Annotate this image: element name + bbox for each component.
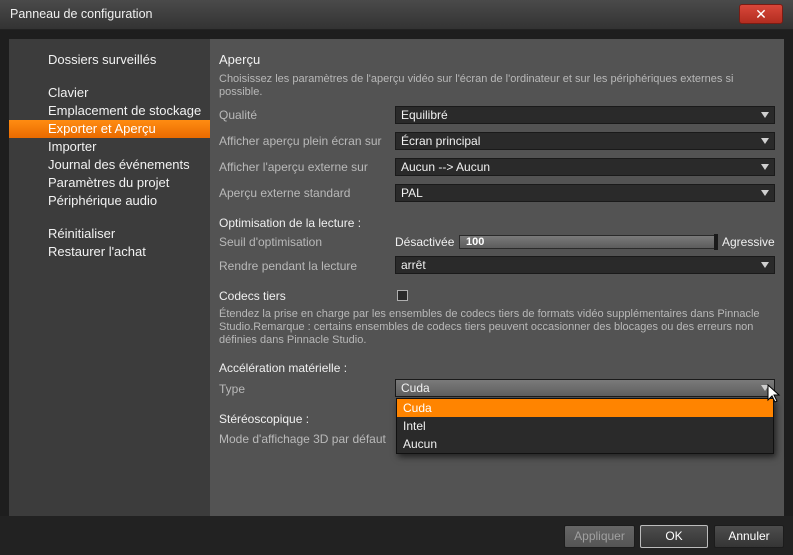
codecs-section-title: Codecs tiers	[219, 289, 286, 303]
fullscreen-select[interactable]: Écran principal	[395, 132, 775, 150]
chevron-down-icon	[761, 190, 769, 196]
chevron-down-icon	[761, 164, 769, 170]
ok-button[interactable]: OK	[640, 525, 708, 548]
hardware-type-select[interactable]: Cuda	[395, 379, 775, 397]
quality-select[interactable]: Equilibré	[395, 106, 775, 124]
external-standard-select[interactable]: PAL	[395, 184, 775, 202]
slider-value: 100	[466, 236, 485, 248]
sidebar-item-clavier[interactable]: Clavier	[9, 84, 210, 102]
slider-handle[interactable]	[714, 234, 718, 250]
sidebar-item-restaurer-achat[interactable]: Restaurer l'achat	[9, 243, 210, 261]
apply-button[interactable]: Appliquer	[564, 525, 635, 548]
sidebar-item-reinitialiser[interactable]: Réinitialiser	[9, 225, 210, 243]
sidebar-item-emplacement-stockage[interactable]: Emplacement de stockage	[9, 102, 210, 120]
render-label: Rendre pendant la lecture	[219, 259, 358, 273]
hardware-section-title: Accélération matérielle :	[219, 361, 348, 375]
hardware-type-dropdown: Cuda Intel Aucun	[396, 398, 774, 454]
sidebar-item-importer[interactable]: Importer	[9, 138, 210, 156]
render-select[interactable]: arrêt	[395, 256, 775, 274]
threshold-label: Seuil d'optimisation	[219, 235, 323, 249]
cancel-button[interactable]: Annuler	[714, 525, 784, 548]
render-value: arrêt	[401, 258, 426, 272]
external-preview-select[interactable]: Aucun --> Aucun	[395, 158, 775, 176]
optimization-slider[interactable]: 100	[459, 234, 718, 250]
hardware-type-value: Cuda	[401, 381, 430, 395]
sidebar-item-dossiers-surveilles[interactable]: Dossiers surveillés	[9, 51, 210, 69]
sidebar-item-parametres-projet[interactable]: Paramètres du projet	[9, 174, 210, 192]
mouse-cursor-icon	[767, 384, 781, 403]
chevron-down-icon	[761, 112, 769, 118]
dropdown-option-aucun[interactable]: Aucun	[397, 435, 773, 453]
stereo-mode-label: Mode d'affichage 3D par défaut	[219, 432, 386, 446]
quality-label: Qualité	[219, 108, 258, 122]
preview-description: Choisissez les paramètres de l'aperçu vi…	[219, 73, 734, 98]
chevron-down-icon	[761, 262, 769, 268]
fullscreen-label: Afficher aperçu plein écran sur	[219, 134, 382, 148]
stereo-section-title: Stéréoscopique :	[219, 412, 310, 426]
slider-min-label: Désactivée	[395, 235, 455, 249]
title-bar[interactable]: Panneau de configuration ✕	[0, 0, 793, 30]
fullscreen-value: Écran principal	[401, 134, 481, 148]
external-preview-label: Afficher l'aperçu externe sur	[219, 160, 368, 174]
sidebar-item-exporter-apercu[interactable]: Exporter et Aperçu	[9, 120, 210, 138]
hardware-type-label: Type	[219, 382, 246, 396]
external-standard-label: Aperçu externe standard	[219, 186, 351, 200]
dropdown-option-intel[interactable]: Intel	[397, 417, 773, 435]
quality-value: Equilibré	[401, 108, 448, 122]
playback-section-title: Optimisation de la lecture :	[219, 216, 362, 230]
window-title: Panneau de configuration	[10, 7, 153, 21]
sidebar-item-peripherique-audio[interactable]: Périphérique audio	[9, 192, 210, 210]
close-icon: ✕	[755, 6, 767, 22]
codecs-description: Étendez la prise en charge par les ensem…	[219, 308, 760, 346]
slider-max-label: Agressive	[722, 235, 775, 249]
close-button[interactable]: ✕	[739, 4, 783, 24]
chevron-down-icon	[761, 138, 769, 144]
dropdown-option-cuda[interactable]: Cuda	[397, 399, 773, 417]
preview-section-title: Aperçu	[219, 52, 261, 67]
codecs-checkbox[interactable]	[397, 290, 408, 301]
external-preview-value: Aucun --> Aucun	[401, 160, 491, 174]
sidebar: Dossiers surveillés Clavier Emplacement …	[9, 39, 210, 516]
sidebar-item-journal-evenements[interactable]: Journal des événements	[9, 156, 210, 174]
external-standard-value: PAL	[401, 186, 423, 200]
